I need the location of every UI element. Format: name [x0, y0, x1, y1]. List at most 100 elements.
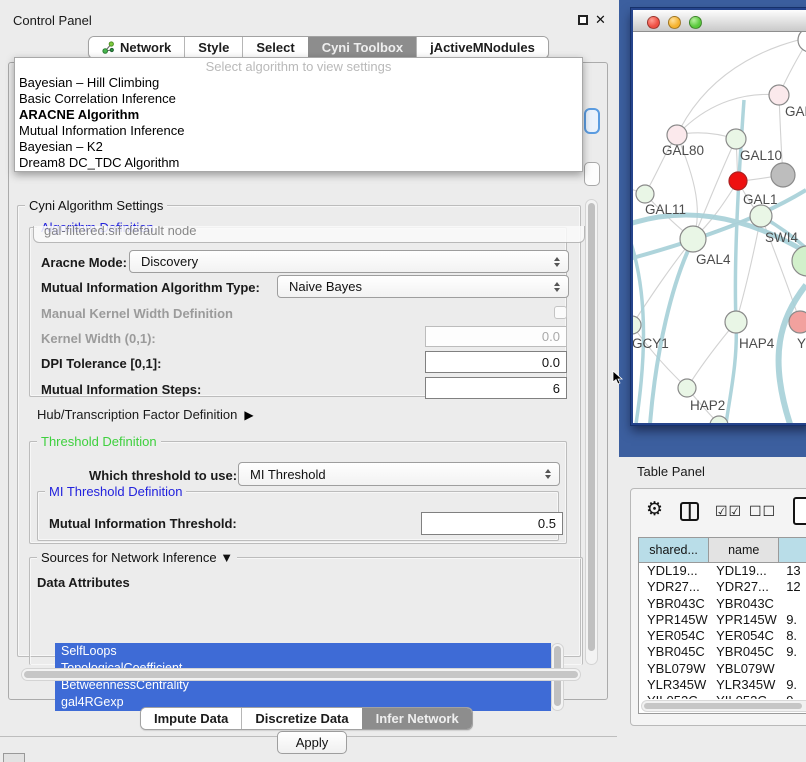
which-threshold-select[interactable]: MI Threshold [238, 462, 560, 486]
algorithm-option-mutual-information-inference[interactable]: Mutual Information Inference [15, 123, 582, 139]
network-node[interactable] [678, 379, 696, 397]
table-cell: YER054C [639, 628, 709, 644]
table-cell: YIL052C [709, 693, 779, 699]
column-header-name[interactable]: name [709, 538, 779, 562]
column-header-shared[interactable]: shared... [639, 538, 709, 562]
network-node[interactable] [667, 125, 687, 145]
aracne-mode-select[interactable]: Discovery [129, 250, 569, 273]
network-node[interactable] [633, 316, 641, 334]
network-node[interactable] [725, 311, 747, 333]
algorithm-option-bayesian-hill-climbing[interactable]: Bayesian – Hill Climbing [15, 75, 582, 91]
table-row[interactable]: YLR345WYLR345W9. [639, 677, 806, 693]
dpi-tolerance-field[interactable]: 0.0 [425, 351, 567, 373]
table-cell: YBL079W [709, 661, 779, 677]
table-cell: YIL052C [639, 693, 709, 699]
combo-fragment-focused [584, 108, 600, 134]
network-node[interactable] [789, 311, 806, 333]
table-cell [779, 596, 806, 612]
table-row[interactable]: YDR27...YDR27...12 [639, 579, 806, 595]
node-label-gal1: GAL1 [743, 192, 778, 207]
table-row[interactable]: YER054CYER054C8. [639, 628, 806, 644]
tab-cyni-toolbox[interactable]: Cyni Toolbox [308, 37, 416, 58]
network-node[interactable] [636, 185, 654, 203]
network-node[interactable] [729, 172, 747, 190]
network-node[interactable] [798, 32, 806, 52]
network-node[interactable] [792, 246, 806, 276]
table-cell: YBL079W [639, 661, 709, 677]
table-row[interactable]: YIL052CYIL052C9. [639, 693, 806, 699]
network-node[interactable] [769, 85, 789, 105]
table-row[interactable]: YBR045CYBR045C9. [639, 644, 806, 660]
table-cell: 8. [779, 628, 806, 644]
gear-icon[interactable]: ⚙ [646, 498, 663, 521]
kernel-width-field[interactable]: 0.0 [425, 326, 567, 347]
table-cell: YPR145W [709, 612, 779, 628]
table-row[interactable]: YBR043CYBR043C [639, 596, 806, 612]
mi-type-select[interactable]: Naive Bayes [277, 275, 569, 298]
settings-horizontal-scrollbar[interactable] [21, 668, 581, 681]
table-cell: YBR045C [709, 644, 779, 660]
network-selector-fragment: gal-filtered.sif default node [33, 226, 585, 244]
tab-label: Infer Network [376, 711, 459, 726]
network-node[interactable] [771, 163, 795, 187]
node-label-y: Y [797, 336, 806, 351]
table-cell: 9. [779, 677, 806, 693]
algorithm-option-bayesian-k2[interactable]: Bayesian – K2 [15, 139, 582, 155]
tab-label: Discretize Data [255, 711, 348, 726]
table-cell: YLR345W [709, 677, 779, 693]
tab-label: Style [198, 40, 229, 55]
tab-label: jActiveMNodules [430, 40, 535, 55]
close-traffic-light[interactable] [647, 16, 660, 29]
apply-button[interactable]: Apply [277, 731, 347, 754]
column-layout-icon[interactable] [680, 502, 699, 521]
column-header-cut[interactable] [779, 538, 806, 562]
deselect-all-checkboxes-icon[interactable]: ☐☐ [749, 503, 776, 520]
tab-impute-data[interactable]: Impute Data [141, 708, 241, 729]
tab-infer-network[interactable]: Infer Network [362, 708, 472, 729]
table-horizontal-scrollbar[interactable] [641, 700, 806, 712]
table-body: YDL19...YDL19...13YDR27...YDR27...12YBR0… [639, 563, 806, 699]
tab-label: Network [120, 40, 171, 55]
algorithm-option-basic-correlation-inference[interactable]: Basic Correlation Inference [15, 91, 582, 107]
network-window-titlebar[interactable] [633, 10, 806, 32]
algorithm-option-dream8-dc-tdc-algorithm[interactable]: Dream8 DC_TDC Algorithm [15, 155, 582, 171]
mi-threshold-field[interactable]: 0.5 [421, 512, 563, 535]
attribute-item-selfloops[interactable]: SelfLoops [55, 643, 551, 660]
node-label-gal80: GAL80 [662, 143, 704, 158]
hub-section-toggle[interactable]: Hub/Transcription Factor Definition▶ [37, 407, 254, 422]
table-row[interactable]: YPR145WYPR145W9. [639, 612, 806, 628]
select-all-checkboxes-icon[interactable]: ☑☑ [715, 503, 742, 520]
network-node[interactable] [680, 226, 706, 252]
group-title: MI Threshold Definition [45, 484, 186, 499]
network-canvas[interactable]: GALGAL80GAL10GAL1GAL11SWI4GAL4GCY1HAP4YH… [633, 32, 806, 423]
table-row[interactable]: YDL19...YDL19...13 [639, 563, 806, 579]
algorithm-dropdown-popup: Select algorithm to view settings Bayesi… [14, 57, 583, 172]
minimize-traffic-light[interactable] [668, 16, 681, 29]
tab-network[interactable]: Network [89, 37, 184, 58]
sources-group-title[interactable]: Sources for Network Inference ▼ [37, 550, 237, 565]
close-icon[interactable]: ✕ [595, 12, 606, 28]
float-window-icon[interactable] [578, 15, 588, 25]
mi-steps-field[interactable]: 6 [425, 377, 567, 399]
network-node[interactable] [750, 205, 772, 227]
network-node[interactable] [726, 129, 746, 149]
group-title: Threshold Definition [37, 434, 161, 449]
settings-vertical-scrollbar[interactable] [585, 199, 598, 665]
zoom-traffic-light[interactable] [689, 16, 702, 29]
tab-jactivemnodules[interactable]: jActiveMNodules [416, 37, 548, 58]
manual-kernel-label: Manual Kernel Width Definition [41, 306, 233, 321]
spinner-arrows-icon [554, 257, 560, 267]
tab-discretize-data[interactable]: Discretize Data [241, 708, 361, 729]
table-row[interactable]: YBL079WYBL079W [639, 661, 806, 677]
aracne-mode-label: Aracne Mode: [41, 255, 127, 270]
spinner-arrows-icon [545, 469, 551, 479]
algorithm-option-aracne-algorithm[interactable]: ARACNE Algorithm [15, 107, 582, 123]
table-cell: YBR045C [639, 644, 709, 660]
tab-select[interactable]: Select [242, 37, 307, 58]
manual-kernel-checkbox[interactable] [554, 306, 567, 319]
table-cell: 9. [779, 644, 806, 660]
tab-style[interactable]: Style [184, 37, 242, 58]
data-attributes-label: Data Attributes [37, 575, 130, 590]
bottom-left-fragment-button[interactable] [3, 753, 25, 762]
new-table-icon[interactable] [793, 497, 806, 525]
